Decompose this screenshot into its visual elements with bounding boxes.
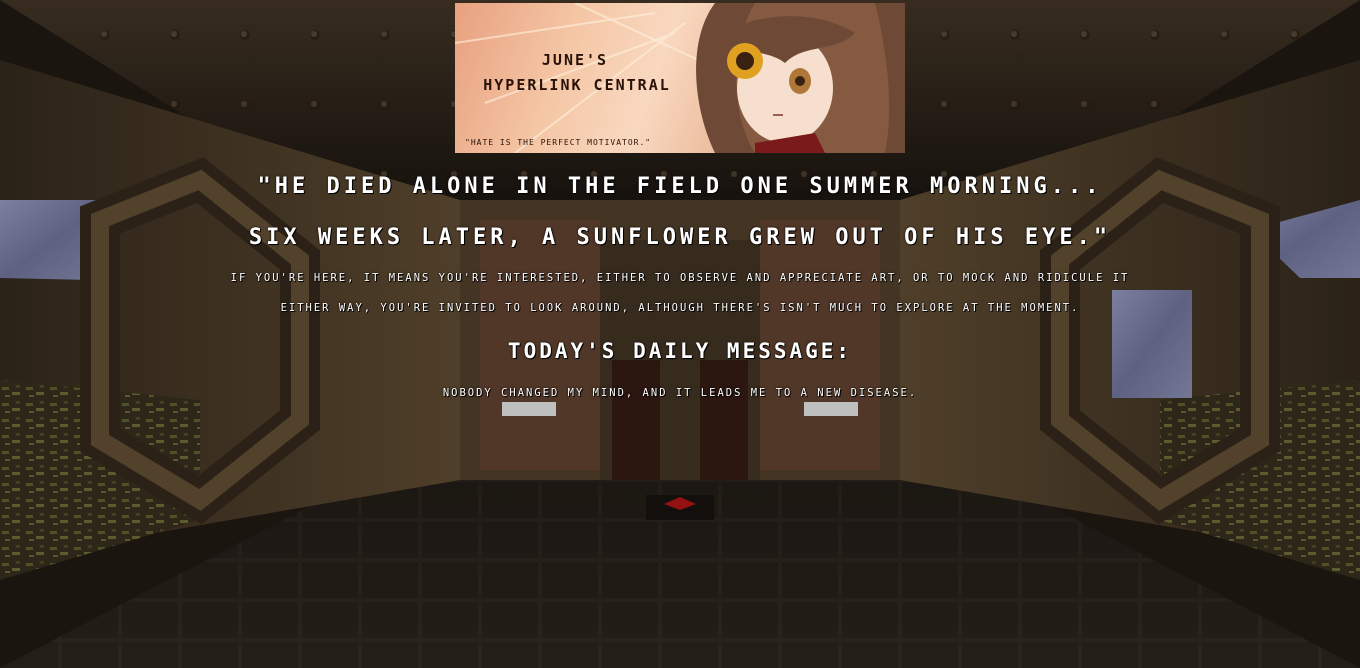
quote-line-1: "He died alone in the field one summer m… [257,174,1103,199]
banner-title-line1: June's [541,51,609,69]
main-content: June's Hyperlink Central "Hate is the pe… [0,0,1360,668]
intro-line-2: Either way, you're invited to look aroun… [280,302,1080,314]
banner-title-line2: Hyperlink Central [483,76,671,94]
header-banner: June's Hyperlink Central "Hate is the pe… [455,3,905,153]
page-scene: June's Hyperlink Central "Hate is the pe… [0,0,1360,668]
intro-line-1: If you're here, it means you're interest… [230,272,1130,284]
quote-line-2: Six weeks later, a sunflower grew out of… [248,225,1112,250]
banner-quote: "Hate is the perfect motivator." [465,138,652,147]
daily-message-text: Nobody changed my mind, and it leads me … [442,387,918,399]
daily-message-heading: Today's Daily Message: [507,339,853,363]
